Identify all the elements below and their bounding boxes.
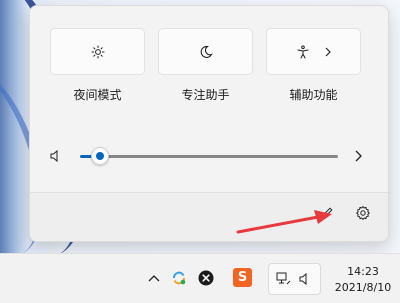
speaker-icon: [298, 272, 312, 286]
sync-app-icon[interactable]: [170, 269, 188, 287]
tile-accessibility[interactable]: [266, 28, 361, 75]
volume-slider-thumb-dot: [96, 152, 104, 160]
tile-accessibility-label: 辅助功能: [289, 88, 338, 102]
network-icon: [275, 271, 291, 287]
network-volume-button[interactable]: [268, 263, 321, 295]
tile-focus-assist-label: 专注助手: [181, 88, 230, 102]
sogou-input-icon[interactable]: S: [233, 268, 252, 287]
close-circle-app-icon[interactable]: [197, 269, 215, 287]
settings-gear-icon[interactable]: [355, 205, 371, 221]
speaker-icon[interactable]: [49, 149, 63, 163]
taskbar: S 14:23 2021/8/10: [0, 253, 400, 303]
brightness-sun-icon: [91, 45, 105, 59]
clock-time: 14:23: [347, 265, 379, 278]
volume-slider-thumb[interactable]: [91, 147, 109, 165]
tile-focus-assist[interactable]: [158, 28, 253, 75]
annotation-arrow: [236, 210, 332, 234]
accessibility-icon: [296, 45, 310, 59]
volume-slider-row: [30, 144, 388, 168]
chevron-right-icon: [324, 47, 332, 57]
tile-night-mode[interactable]: [50, 28, 145, 75]
taskbar-clock[interactable]: 14:23 2021/8/10: [330, 264, 396, 296]
quick-settings-tiles: [50, 28, 372, 78]
volume-track[interactable]: [100, 155, 338, 158]
chevron-up-icon[interactable]: [146, 270, 162, 286]
moon-focus-icon: [199, 45, 213, 59]
ime-label: S: [237, 270, 248, 285]
tile-night-mode-label: 夜间模式: [73, 88, 122, 102]
clock-date: 2021/8/10: [334, 281, 392, 294]
chevron-right-icon[interactable]: [353, 149, 363, 163]
